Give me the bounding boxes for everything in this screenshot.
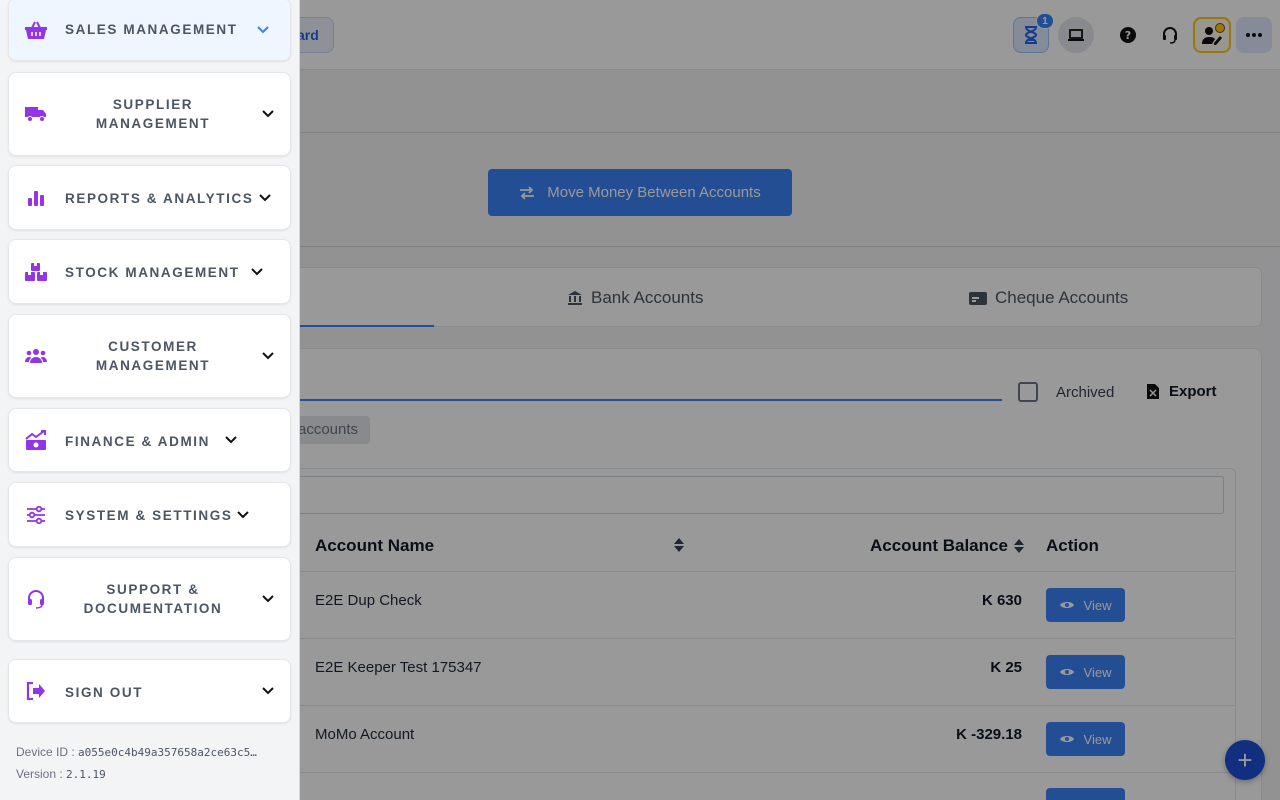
sidebar-item-customer-management[interactable]: CUSTOMER MANAGEMENT (8, 314, 291, 398)
sidebar-item-support-documentation[interactable]: SUPPORT & DOCUMENTATION (8, 557, 291, 641)
sidebar-item-label: CUSTOMER MANAGEMENT (95, 339, 211, 373)
users-icon (25, 345, 47, 367)
sidebar-item-stock-management[interactable]: STOCK MANAGEMENT (8, 239, 291, 304)
boxes-icon (25, 261, 47, 283)
chevron-down-icon (262, 352, 274, 360)
sidebar-item-system-settings[interactable]: SYSTEM & SETTINGS (8, 482, 291, 547)
sidebar-item-sales-management[interactable]: SALES MANAGEMENT (8, 0, 291, 61)
version-label: Version : (16, 767, 63, 781)
headset-icon (25, 588, 47, 610)
money-chart-icon (25, 429, 47, 451)
sidebar-item-sign-out[interactable]: SIGN OUT (8, 659, 291, 723)
chevron-down-icon (237, 510, 249, 518)
sign-out-icon (25, 680, 47, 702)
chevron-down-icon (262, 595, 274, 603)
chevron-down-icon (262, 110, 274, 118)
sidebar-item-reports-analytics[interactable]: REPORTS & ANALYTICS (8, 165, 291, 230)
app-version: Version : 2.1.19 (16, 767, 106, 781)
bar-chart-icon (25, 187, 47, 209)
sidebar-item-label: SYSTEM & SETTINGS (65, 508, 233, 523)
chevron-down-icon (225, 436, 237, 444)
chevron-down-icon (257, 25, 269, 33)
device-id-label: Device ID : (16, 745, 75, 759)
sidebar-item-label: FINANCE & ADMIN (65, 434, 210, 449)
sidebar-item-supplier-management[interactable]: SUPPLIER MANAGEMENT (8, 72, 291, 156)
sidebar: SALES MANAGEMENT SUPPLIER MANAGEMENT REP… (0, 0, 300, 800)
sidebar-item-label: REPORTS & ANALYTICS (65, 191, 254, 206)
basket-icon (25, 19, 47, 41)
truck-icon (25, 103, 47, 125)
device-id-value: a055e0c4b49a357658a2ce63c5… (78, 746, 257, 759)
sidebar-item-label: SUPPLIER MANAGEMENT (95, 97, 211, 131)
sidebar-item-label: SUPPORT & DOCUMENTATION (83, 582, 223, 616)
chevron-down-icon (251, 267, 263, 275)
chevron-down-icon (259, 193, 271, 201)
sidebar-item-label: SIGN OUT (65, 685, 144, 700)
sidebar-item-label: SALES MANAGEMENT (65, 22, 238, 37)
device-id: Device ID : a055e0c4b49a357658a2ce63c5… (16, 745, 257, 759)
version-value: 2.1.19 (66, 768, 106, 781)
chevron-down-icon (262, 687, 274, 695)
sidebar-item-label: STOCK MANAGEMENT (65, 265, 240, 280)
sliders-icon (25, 504, 47, 526)
sidebar-item-finance-admin[interactable]: FINANCE & ADMIN (8, 408, 291, 472)
